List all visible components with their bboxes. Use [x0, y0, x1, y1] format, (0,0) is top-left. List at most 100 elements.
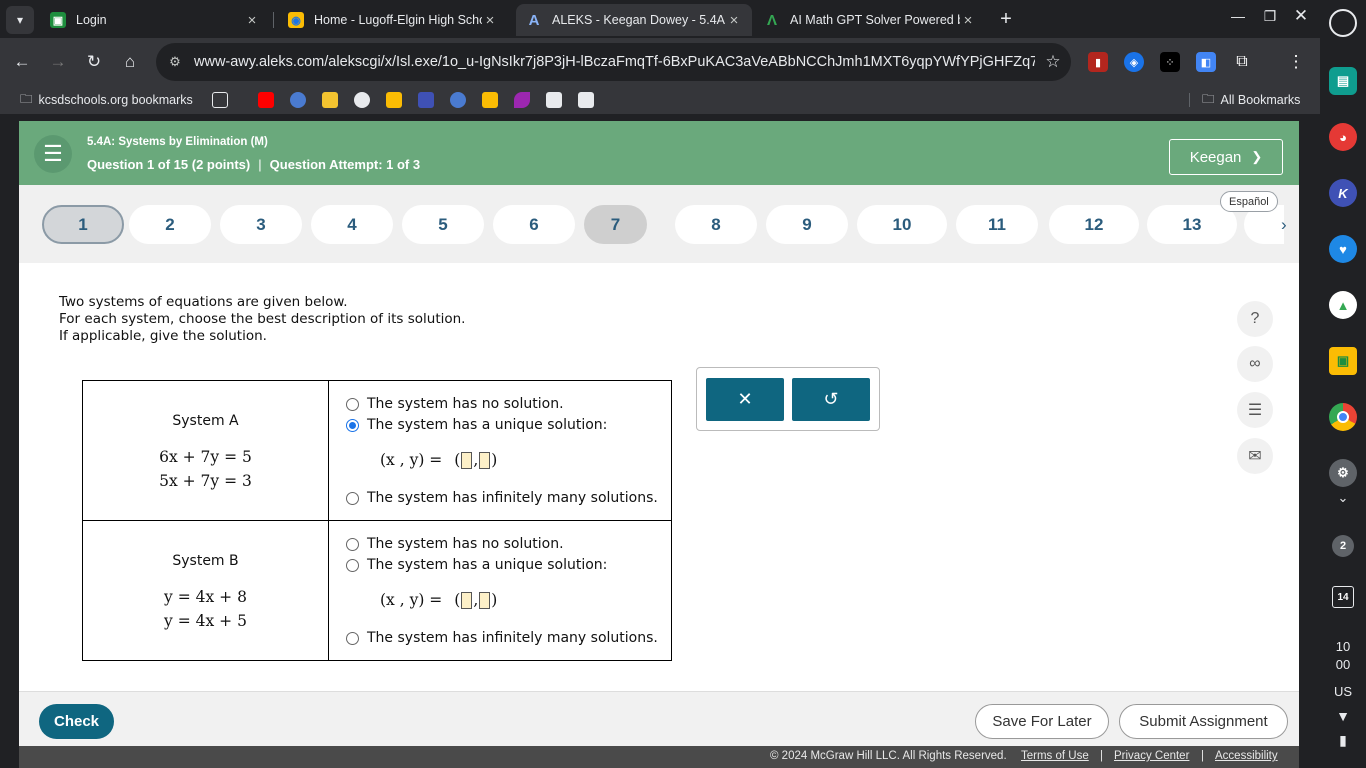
extension-dots-icon[interactable]: ⁘	[1160, 52, 1180, 72]
question-nav-10[interactable]: 10	[857, 205, 947, 244]
radio-button[interactable]	[346, 397, 359, 411]
youtube-icon[interactable]	[258, 92, 274, 108]
glasses-icon[interactable]: ∞	[1237, 346, 1273, 382]
url-text[interactable]: www-awy.aleks.com/alekscgi/x/Isl.exe/1o_…	[194, 54, 1035, 70]
espanol-toggle[interactable]: Español	[1220, 191, 1278, 212]
bookmark-globe2-icon[interactable]	[450, 92, 466, 108]
extension-book-icon[interactable]: ▮	[1088, 52, 1108, 72]
question-nav-7[interactable]: 7	[584, 205, 647, 244]
bookmark-classroom2-icon[interactable]	[482, 92, 498, 108]
system-b-option-unique[interactable]: The system has a unique solution:	[346, 557, 607, 573]
reload-icon[interactable]: ↻	[82, 50, 106, 74]
classroom-app-icon[interactable]: ▣	[1329, 347, 1357, 375]
y-answer-box[interactable]	[479, 591, 491, 609]
kami-icon[interactable]: K	[1329, 179, 1357, 207]
bookmark-classroom-icon[interactable]	[322, 92, 338, 108]
tab-login[interactable]: ▣ Login ×	[40, 4, 270, 36]
notification-badge[interactable]: 2	[1332, 535, 1354, 557]
question-nav-13[interactable]: 13	[1147, 205, 1237, 244]
locale-indicator[interactable]: US	[1320, 684, 1366, 699]
y-answer-box[interactable]	[479, 451, 491, 469]
bookmark-paint-icon[interactable]	[514, 92, 530, 108]
user-menu-button[interactable]: Keegan ❯	[1169, 139, 1283, 175]
system-b-option-no-solution[interactable]: The system has no solution.	[346, 536, 564, 552]
all-bookmarks-button[interactable]: 🗀 All Bookmarks	[1202, 92, 1300, 108]
question-nav-9[interactable]: 9	[766, 205, 848, 244]
screencastify-icon[interactable]: ▤	[1329, 67, 1357, 95]
chevron-down-icon[interactable]: ⌄	[1320, 490, 1366, 506]
bookmark-4d2-icon[interactable]	[578, 92, 594, 108]
tab-search-button[interactable]: ▾	[6, 6, 34, 34]
bookmark-slides-icon[interactable]	[386, 92, 402, 108]
question-nav-12[interactable]: 12	[1049, 205, 1139, 244]
question-nav-4[interactable]: 4	[311, 205, 393, 244]
back-icon[interactable]: ←	[10, 50, 34, 74]
bookmark-star-icon[interactable]: ☆	[1035, 52, 1071, 72]
bookmark-4d-icon[interactable]	[546, 92, 562, 108]
radio-button[interactable]	[346, 631, 359, 645]
question-nav-6[interactable]: 6	[493, 205, 575, 244]
chevron-right-icon[interactable]: ›	[1281, 215, 1287, 235]
extensions-puzzle-icon[interactable]: ⧉	[1232, 52, 1252, 72]
hamburger-menu-icon[interactable]: ☰	[34, 135, 72, 173]
question-nav-1[interactable]: 1	[42, 205, 124, 244]
help-icon[interactable]: ?	[1237, 301, 1273, 337]
question-nav-3[interactable]: 3	[220, 205, 302, 244]
system-b-option-infinite[interactable]: The system has infinitely many solutions…	[346, 630, 658, 646]
bookmark-folder-kcsd[interactable]: 🗀 kcsdschools.org bookmarks	[20, 92, 193, 108]
address-bar[interactable]: ⚙ www-awy.aleks.com/alekscgi/x/Isl.exe/1…	[156, 43, 1071, 81]
extension-shield-icon[interactable]: ◈	[1124, 52, 1144, 72]
privacy-link[interactable]: Privacy Center	[1114, 750, 1189, 762]
minimize-icon[interactable]: —	[1226, 8, 1250, 24]
question-nav-8[interactable]: 8	[675, 205, 757, 244]
restore-icon[interactable]: ❐	[1258, 8, 1282, 25]
tab-math-gpt[interactable]: Ʌ AI Math GPT Solver Powered b ×	[754, 4, 986, 36]
close-icon[interactable]: ×	[960, 12, 976, 29]
close-icon[interactable]: ×	[726, 12, 742, 29]
radio-button[interactable]	[346, 558, 359, 572]
battery-icon[interactable]: ▮	[1320, 732, 1366, 749]
accessibility-link[interactable]: Accessibility	[1215, 750, 1278, 762]
clear-answer-button[interactable]: ✕	[706, 378, 784, 421]
terms-link[interactable]: Terms of Use	[1021, 750, 1089, 762]
x-answer-box[interactable]	[461, 591, 473, 609]
submit-assignment-button[interactable]: Submit Assignment	[1119, 704, 1288, 739]
feedback-icon[interactable]: ♥	[1329, 235, 1357, 263]
question-nav-11[interactable]: 11	[956, 205, 1038, 244]
system-a-option-no-solution[interactable]: The system has no solution.	[346, 396, 564, 412]
mail-icon[interactable]: ✉	[1237, 438, 1273, 474]
clock-hour[interactable]: 10	[1320, 639, 1366, 654]
wifi-icon[interactable]: ▼	[1320, 708, 1366, 724]
paint-palette-icon[interactable]: ◕	[1329, 123, 1357, 151]
calendar-icon[interactable]: 14	[1332, 586, 1354, 608]
tab-aleks[interactable]: A ALEKS - Keegan Dowey - 5.4A: ×	[516, 4, 752, 36]
more-menu-icon[interactable]: ⋮	[1286, 52, 1306, 72]
forward-icon[interactable]: →	[46, 50, 70, 74]
undo-button[interactable]: ↺	[792, 378, 870, 421]
question-nav-5[interactable]: 5	[402, 205, 484, 244]
apps-grid-icon[interactable]	[212, 92, 228, 108]
clock-minute[interactable]: 00	[1320, 657, 1366, 672]
extension-photo-icon[interactable]: ◧	[1196, 52, 1216, 72]
check-button[interactable]: Check	[39, 704, 114, 739]
launcher-icon[interactable]	[1329, 9, 1357, 37]
google-drive-icon[interactable]: ▲	[1329, 291, 1357, 319]
close-icon[interactable]: ×	[482, 12, 498, 29]
site-info-icon[interactable]: ⚙	[156, 54, 194, 70]
radio-button[interactable]	[346, 491, 359, 505]
system-a-option-infinite[interactable]: The system has infinitely many solutions…	[346, 490, 658, 506]
radio-button[interactable]	[346, 537, 359, 551]
tab-lugoff-elgin[interactable]: ◉ Home - Lugoff-Elgin High Scho ×	[278, 4, 508, 36]
bookmark-calendar-icon[interactable]	[418, 92, 434, 108]
notes-icon[interactable]: ☰	[1237, 392, 1273, 428]
bookmark-globe-icon[interactable]	[290, 92, 306, 108]
system-a-option-unique[interactable]: The system has a unique solution:	[346, 417, 607, 433]
close-icon[interactable]: ×	[244, 12, 260, 29]
x-answer-box[interactable]	[461, 451, 473, 469]
save-for-later-button[interactable]: Save For Later	[975, 704, 1109, 739]
bookmark-edpuzzle-icon[interactable]	[354, 92, 370, 108]
radio-button-selected[interactable]	[346, 418, 359, 432]
settings-gear-icon[interactable]: ⚙	[1329, 459, 1357, 487]
question-nav-2[interactable]: 2	[129, 205, 211, 244]
close-window-icon[interactable]: ✕	[1289, 6, 1313, 26]
